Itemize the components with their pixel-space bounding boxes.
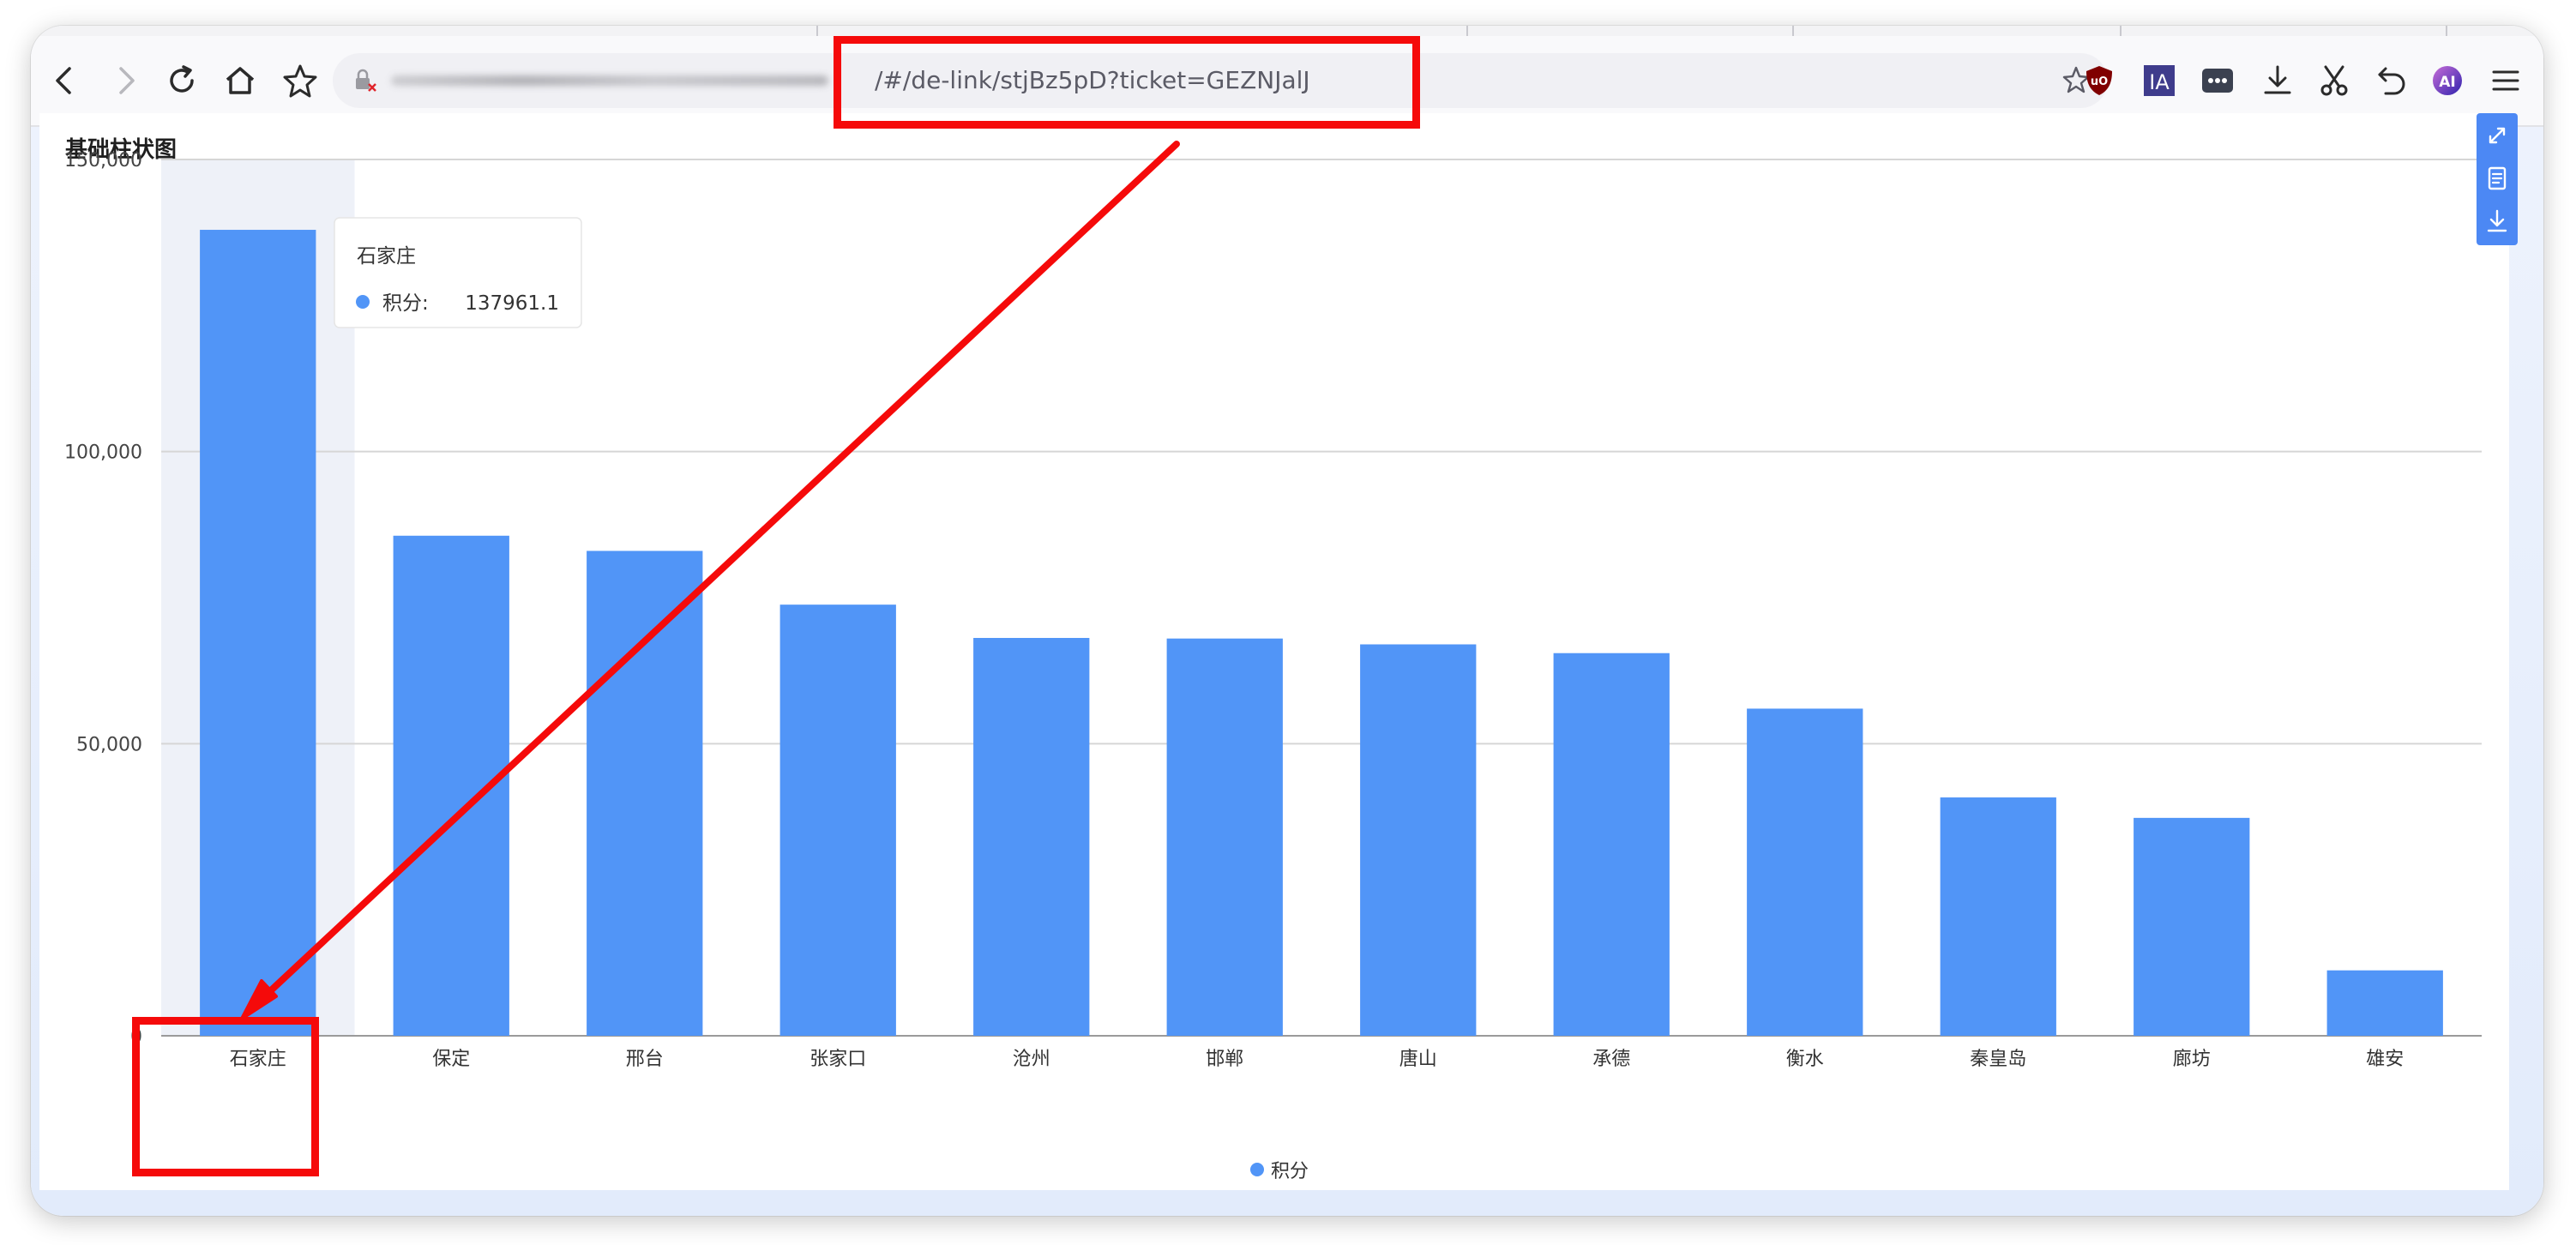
tooltip: 石家庄 积分: 137961.1	[334, 217, 582, 328]
bar[interactable]	[779, 604, 896, 1036]
menu-icon[interactable]	[2489, 63, 2523, 98]
tooltip-series: 积分:	[382, 292, 429, 315]
tab-separator	[816, 26, 818, 36]
x-tick-label: 廊坊	[2173, 1049, 2211, 1070]
bar[interactable]	[587, 550, 703, 1036]
more-dots-icon[interactable]	[2200, 63, 2235, 98]
forward-button[interactable]	[103, 58, 147, 103]
tooltip-category: 石家庄	[357, 245, 416, 268]
bar[interactable]	[1360, 644, 1477, 1036]
home-icon	[226, 67, 255, 94]
bookmark-button[interactable]	[278, 58, 322, 103]
dashboard-panel: 基础柱状图 0 50,000 100,000 150,000 石家庄 保定 邢台 张家口 沧州…	[39, 113, 2518, 1190]
reload-button[interactable]	[159, 58, 204, 103]
tab-separator	[1466, 26, 1468, 36]
bar[interactable]	[1166, 638, 1283, 1036]
bar[interactable]	[393, 535, 509, 1036]
export-download-icon[interactable]	[2483, 208, 2511, 235]
fullscreen-icon[interactable]	[2483, 122, 2511, 149]
x-tick-label: 秦皇岛	[1970, 1049, 2026, 1070]
x-tick-label: 衡水	[1786, 1049, 1824, 1070]
bars	[200, 230, 2443, 1036]
svg-text:AI: AI	[2439, 74, 2455, 91]
bar[interactable]	[1940, 797, 2056, 1036]
tooltip-value: 137961.1	[465, 292, 559, 315]
bar[interactable]	[2134, 817, 2250, 1036]
insecure-lock-icon	[356, 69, 376, 92]
ia-extension-icon[interactable]: IA	[2142, 63, 2176, 98]
category-highlight-box	[132, 1017, 319, 1176]
x-tick-label: 邯郸	[1206, 1049, 1243, 1070]
x-axis-ticks: 石家庄 保定 邢台 张家口 沧州 邯郸 唐山 承德 衡水 秦皇岛 廊坊 雄安	[230, 1049, 2404, 1070]
bar[interactable]	[1747, 708, 1863, 1036]
back-arrow-icon	[56, 67, 71, 94]
chart-legend[interactable]: 积分	[1250, 1161, 1309, 1182]
scissors-icon[interactable]	[2317, 63, 2351, 98]
browser-window: /#/de-link/stjBz5pD?ticket=GEZNJalJ uO I…	[31, 26, 2543, 1216]
x-tick-label: 承德	[1592, 1049, 1630, 1070]
bar[interactable]	[200, 230, 316, 1036]
blurred-url-host	[391, 75, 828, 86]
tab-separator	[2120, 26, 2122, 36]
legend-label: 积分	[1271, 1161, 1309, 1182]
detail-document-icon[interactable]	[2483, 165, 2511, 192]
undo-icon[interactable]	[2375, 63, 2410, 98]
reload-icon	[170, 65, 194, 93]
back-button[interactable]	[43, 58, 87, 103]
chart-side-toolbar	[2477, 113, 2518, 245]
bar[interactable]	[2326, 970, 2443, 1036]
x-tick-label: 沧州	[1013, 1049, 1050, 1070]
x-tick-label: 张家口	[810, 1049, 866, 1070]
legend-marker	[1250, 1163, 1264, 1176]
y-tick-label: 100,000	[64, 442, 142, 464]
y-axis-ticks: 050,000100,000150,000	[64, 150, 142, 1048]
download-icon[interactable]	[2260, 63, 2295, 98]
bar[interactable]	[1553, 653, 1670, 1036]
svg-text:IA: IA	[2149, 70, 2170, 94]
ublock-icon[interactable]: uO	[2082, 63, 2116, 98]
svg-text:uO: uO	[2091, 75, 2108, 88]
tab-strip	[31, 26, 2543, 36]
bar[interactable]	[973, 638, 1090, 1036]
tooltip-marker	[356, 295, 370, 309]
y-tick-label: 150,000	[64, 150, 142, 171]
tab-separator	[1792, 26, 1794, 36]
url-highlight-box	[834, 36, 1420, 129]
x-tick-label: 保定	[432, 1049, 470, 1070]
tab-separator	[2446, 26, 2447, 36]
bar-chart: 050,000100,000150,000 石家庄 保定 邢台 张家口 沧州 邯郸 唐山 承德…	[64, 150, 2482, 1182]
home-button[interactable]	[218, 58, 262, 103]
x-tick-label: 唐山	[1399, 1049, 1437, 1070]
x-tick-label: 邢台	[626, 1049, 664, 1070]
y-tick-label: 50,000	[76, 734, 142, 755]
ai-icon[interactable]: AI	[2430, 63, 2465, 98]
star-icon	[283, 64, 317, 98]
forward-arrow-icon	[119, 67, 135, 94]
x-tick-label: 雄安	[2366, 1049, 2404, 1070]
